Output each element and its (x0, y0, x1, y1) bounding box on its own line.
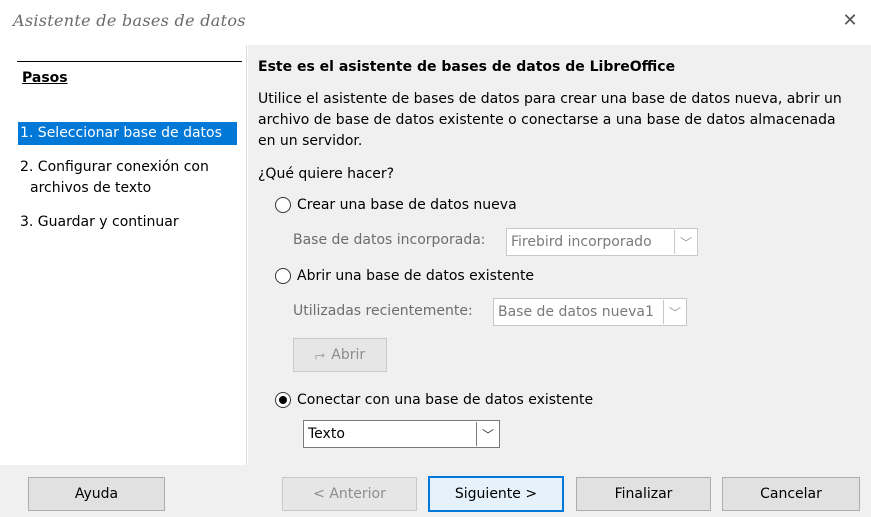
radio-new-icon[interactable] (275, 197, 291, 213)
button-bar: Ayuda < Anterior Siguiente > Finalizar C… (0, 465, 871, 517)
option-connect-label: Conectar con una base de datos existente (297, 392, 594, 408)
option-connect-database[interactable]: Conectar con una base de datos existente (275, 392, 593, 408)
steps-sidebar: Pasos 1. Seleccionar base de datos 2. Co… (9, 45, 247, 465)
connection-type-select[interactable]: Texto ﹀ (303, 420, 500, 448)
chevron-down-icon[interactable]: ﹀ (476, 422, 499, 446)
option-open-label: Abrir una base de datos existente (297, 268, 535, 284)
option-new-label: Crear una base de datos nueva (297, 197, 517, 213)
embedded-db-label: Base de datos incorporada: (293, 232, 486, 248)
connection-type-value: Texto (308, 426, 345, 442)
question-label: ¿Qué quiere hacer? (258, 166, 395, 182)
step-select-database[interactable]: 1. Seleccionar base de datos (18, 122, 237, 145)
help-button[interactable]: Ayuda (28, 477, 165, 511)
window-title: Asistente de bases de datos (13, 11, 246, 30)
radio-open-icon[interactable] (275, 268, 291, 284)
finish-button[interactable]: Finalizar (576, 477, 711, 511)
intro-text: Utilice el asistente de bases de datos p… (258, 91, 842, 149)
step-configure-connection[interactable]: 2. Configurar conexión con (20, 157, 209, 177)
open-button[interactable]: ⮣ Abrir (293, 338, 387, 372)
close-icon[interactable]: ✕ (839, 10, 861, 32)
chevron-down-icon[interactable]: ﹀ (674, 230, 697, 254)
sidebar-divider (17, 61, 242, 62)
recent-db-value: Base de datos nueva1 (498, 304, 654, 320)
page-heading: Este es el asistente de bases de datos d… (258, 59, 676, 75)
next-button[interactable]: Siguiente > (428, 476, 564, 512)
open-button-label: Abrir (331, 347, 366, 363)
embedded-db-value: Firebird incorporado (511, 234, 652, 250)
option-open-database[interactable]: Abrir una base de datos existente (275, 268, 534, 284)
chevron-down-icon[interactable]: ﹀ (663, 300, 686, 324)
radio-connect-icon[interactable] (275, 392, 291, 408)
step-configure-connection-line2[interactable]: archivos de texto (30, 178, 151, 198)
embedded-db-select[interactable]: Firebird incorporado ﹀ (506, 228, 698, 256)
open-file-icon: ⮣ (314, 347, 326, 363)
title-bar: Asistente de bases de datos ✕ (0, 0, 871, 40)
option-new-database[interactable]: Crear una base de datos nueva (275, 197, 517, 213)
back-button[interactable]: < Anterior (282, 477, 417, 511)
recent-db-select[interactable]: Base de datos nueva1 ﹀ (493, 298, 687, 326)
cancel-button[interactable]: Cancelar (722, 477, 860, 511)
sidebar-title: Pasos (22, 70, 68, 86)
step-save-continue[interactable]: 3. Guardar y continuar (20, 212, 179, 232)
recent-label: Utilizadas recientemente: (293, 303, 473, 319)
wizard-content: Este es el asistente de bases de datos d… (248, 45, 871, 465)
